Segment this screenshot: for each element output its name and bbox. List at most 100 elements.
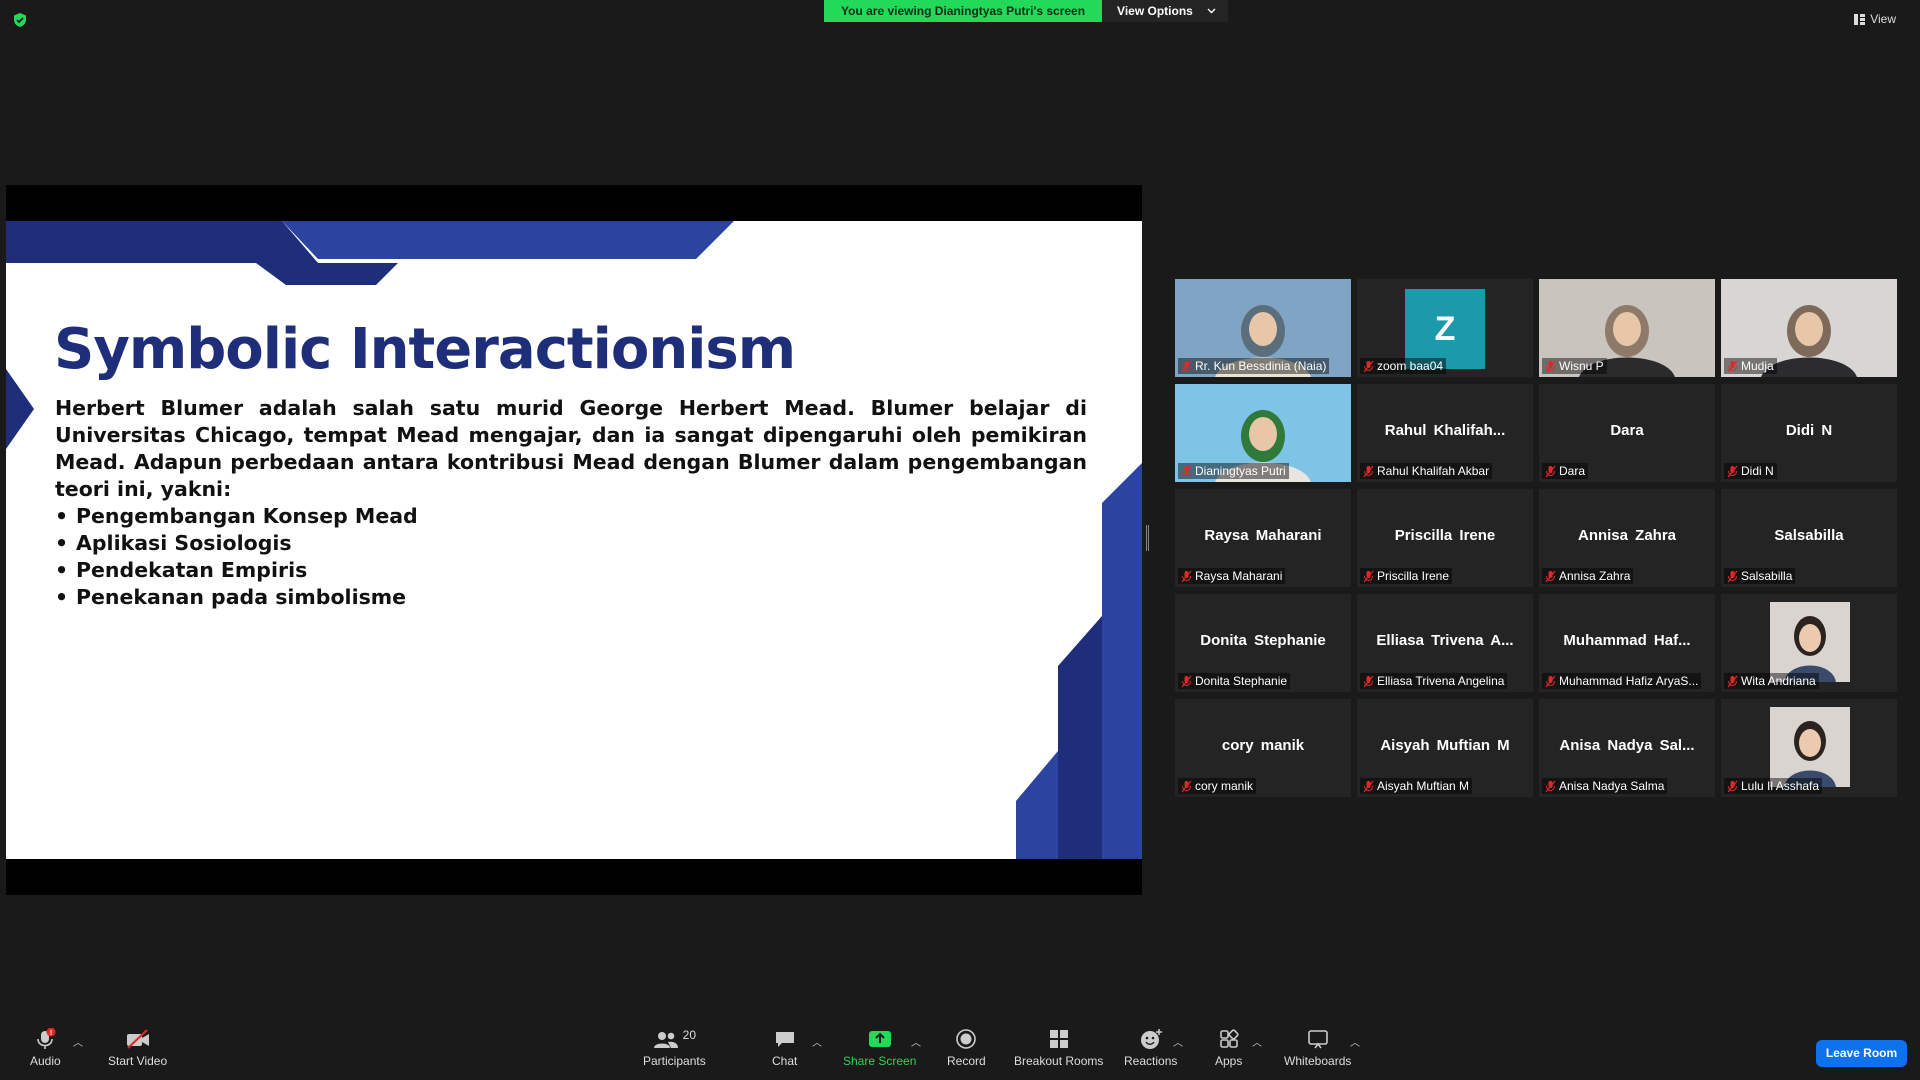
audio-badge: ! [50, 1030, 52, 1037]
participant-name-label: Wita Andriana [1724, 673, 1819, 689]
reactions-button[interactable]: Reactions [1124, 1028, 1177, 1068]
reactions-options-caret[interactable]: ︿ [1173, 1034, 1183, 1049]
participant-name-label: Rahul Khalifah Akbar [1360, 463, 1493, 479]
start-video-button[interactable]: Start Video [108, 1028, 167, 1068]
leave-room-button[interactable]: Leave Room [1816, 1040, 1907, 1067]
chat-button[interactable]: Chat [772, 1028, 797, 1068]
participant-tile[interactable]: Elliasa Trivena A... Elliasa Trivena Ange… [1357, 594, 1533, 692]
record-button[interactable]: Record [947, 1028, 986, 1068]
participants-icon [653, 1032, 678, 1048]
participant-label-text: Rr. Kun Bessdinia (Naia) [1195, 359, 1327, 373]
screen-share-banner: You are viewing Dianingtyas Putri's scre… [824, 0, 1228, 22]
participant-name-label: Elliasa Trivena Angelina [1360, 673, 1508, 689]
meeting-toolbar: ! Audio ︿ Start Video 20 Participants Ch… [0, 1018, 1920, 1080]
shared-screen[interactable]: Symbolic Interactionism Herbert Blumer a… [6, 185, 1142, 895]
record-label: Record [947, 1054, 986, 1068]
participant-name-label: Salsabilla [1724, 568, 1796, 584]
share-options-caret[interactable]: ︿ [911, 1034, 921, 1049]
participant-tile[interactable]: Salsabilla Salsabilla [1721, 489, 1897, 587]
participant-name-label: Dara [1542, 463, 1589, 479]
bullet-item: Pengembangan Konsep Mead [55, 503, 418, 530]
bullet-item: Aplikasi Sosiologis [55, 530, 418, 557]
participants-label: Participants [643, 1054, 706, 1068]
participant-display-name: Raysa Maharani [1204, 527, 1322, 544]
participant-display-name: cory manik [1221, 737, 1305, 754]
participant-name-label: Muhammad Hafiz AryaS... [1542, 673, 1702, 689]
participant-label-text: Aisyah Muftian M [1377, 779, 1470, 793]
participant-tile[interactable]: Dianingtyas Putri [1175, 384, 1351, 482]
whiteboards-options-caret[interactable]: ︿ [1350, 1034, 1360, 1049]
muted-mic-icon [1363, 570, 1374, 582]
participant-label-text: Priscilla Irene [1377, 569, 1450, 583]
chat-icon [775, 1032, 794, 1047]
participant-tile[interactable]: Dara Dara [1539, 384, 1715, 482]
participant-name-label: Priscilla Irene [1360, 568, 1453, 584]
participant-name-label: Mudja [1724, 358, 1777, 374]
muted-mic-icon [1363, 360, 1374, 372]
participant-display-name: Dara [1610, 422, 1644, 439]
resize-splitter-handle[interactable] [1146, 525, 1149, 551]
participant-label-text: Didi N [1741, 464, 1774, 478]
participant-display-name: Didi N [1785, 422, 1833, 439]
participant-name-label: Wisnu P [1542, 358, 1607, 374]
apps-icon [1219, 1029, 1239, 1048]
participant-tile[interactable]: Muhammad Haf... Muhammad Hafiz AryaS... [1539, 594, 1715, 692]
participant-label-text: Dianingtyas Putri [1195, 464, 1286, 478]
participant-tile[interactable]: cory manik cory manik [1175, 699, 1351, 797]
muted-mic-icon [1727, 465, 1738, 477]
participant-label-text: Muhammad Hafiz AryaS... [1559, 674, 1699, 688]
muted-mic-icon [1727, 675, 1738, 687]
participant-display-name: Aisyah Muftian M [1380, 737, 1510, 754]
view-options-button[interactable]: View Options [1102, 0, 1228, 22]
participant-tile[interactable]: Rahul Khalifah... Rahul Khalifah Akbar [1357, 384, 1533, 482]
record-icon [956, 1029, 977, 1049]
participant-tile[interactable]: Wisnu P [1539, 279, 1715, 377]
audio-button[interactable]: ! Audio [30, 1028, 61, 1068]
view-button[interactable]: View [1854, 12, 1896, 26]
apps-button[interactable]: Apps [1215, 1028, 1242, 1068]
participant-tile[interactable]: Raysa Maharani Raysa Maharani [1175, 489, 1351, 587]
participant-name-label: Raysa Maharani [1178, 568, 1286, 584]
participant-tile[interactable]: Wita Andriana [1721, 594, 1897, 692]
participant-tile[interactable]: Lulu Il Asshafa [1721, 699, 1897, 797]
participant-tile[interactable]: Didi N Didi N [1721, 384, 1897, 482]
participant-label-text: Dara [1559, 464, 1586, 478]
participant-label-text: Wita Andriana [1741, 674, 1816, 688]
breakout-rooms-button[interactable]: Breakout Rooms [1014, 1028, 1103, 1068]
participant-name-label: Annisa Zahra [1542, 568, 1634, 584]
participant-name-label: Aisyah Muftian M [1360, 778, 1473, 794]
whiteboard-icon [1307, 1030, 1328, 1049]
share-screen-button[interactable]: Share Screen [843, 1028, 916, 1068]
audio-options-caret[interactable]: ︿ [73, 1034, 83, 1049]
muted-mic-icon [1727, 570, 1738, 582]
participant-label-text: zoom baa04 [1377, 359, 1444, 373]
breakout-rooms-label: Breakout Rooms [1014, 1054, 1104, 1068]
participant-tile[interactable]: Donita Stephanie Donita Stephanie [1175, 594, 1351, 692]
participant-label-text: Anisa Nadya Salma [1559, 779, 1665, 793]
participant-tile[interactable]: Aisyah Muftian M Aisyah Muftian M [1357, 699, 1533, 797]
participant-display-name: Annisa Zahra [1577, 527, 1677, 544]
participant-label-text: Lulu Il Asshafa [1741, 779, 1820, 793]
participant-tile[interactable]: Mudja [1721, 279, 1897, 377]
participant-tile[interactable]: Rr. Kun Bessdinia (Naia) [1175, 279, 1351, 377]
participant-tile[interactable]: Annisa Zahra Annisa Zahra [1539, 489, 1715, 587]
participant-name-label: zoom baa04 [1360, 358, 1447, 374]
participant-tile[interactable]: Priscilla Irene Priscilla Irene [1357, 489, 1533, 587]
participant-tile[interactable]: Zzoom baa04 [1357, 279, 1533, 377]
chat-options-caret[interactable]: ︿ [812, 1034, 822, 1049]
whiteboards-label: Whiteboards [1284, 1054, 1352, 1068]
participant-tile[interactable]: Anisa Nadya Sal... Anisa Nadya Salma [1539, 699, 1715, 797]
security-shield-icon[interactable] [12, 12, 28, 28]
chat-label: Chat [772, 1054, 798, 1068]
apps-options-caret[interactable]: ︿ [1252, 1034, 1262, 1049]
participants-count: 20 [682, 1028, 697, 1042]
participant-profile-picture [1770, 707, 1850, 787]
whiteboards-button[interactable]: Whiteboards [1284, 1028, 1351, 1068]
participants-button[interactable]: 20 Participants [643, 1028, 706, 1068]
slide-bullet-list: Pengembangan Konsep Mead Aplikasi Sosiol… [55, 503, 418, 611]
video-off-icon [126, 1029, 149, 1049]
participant-label-text: Wisnu P [1559, 359, 1604, 373]
slide-title: Symbolic Interactionism [54, 317, 796, 382]
participant-label-text: Rahul Khalifah Akbar [1377, 464, 1490, 478]
muted-mic-icon [1545, 465, 1556, 477]
